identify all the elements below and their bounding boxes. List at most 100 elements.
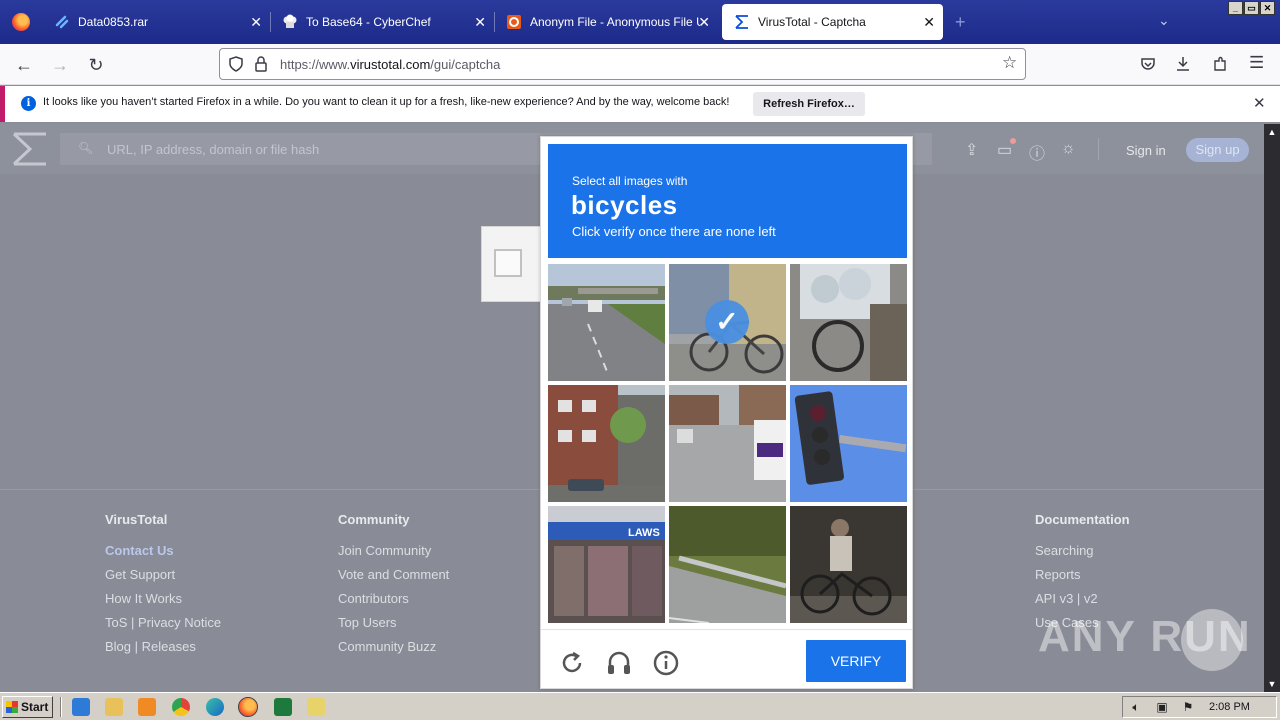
- taskbar: Start 🔈︎ ▣ ⚑ 2:08 PM: [0, 692, 1280, 720]
- chef-hat-icon: [283, 14, 297, 28]
- footer-link[interactable]: How It Works: [105, 591, 221, 615]
- captcha-header: Select all images with bicycles Click ve…: [548, 144, 907, 258]
- clock: 2:08 PM: [1209, 701, 1250, 713]
- close-icon[interactable]: ✕: [250, 14, 262, 31]
- file-explorer-icon[interactable]: [105, 698, 123, 716]
- sign-in-link[interactable]: Sign in: [1126, 143, 1166, 158]
- pocket-icon[interactable]: [1140, 56, 1156, 72]
- hamburger-menu-icon[interactable]: ☰: [1249, 53, 1264, 73]
- captcha-tile-bicycle[interactable]: ✓: [669, 264, 786, 381]
- captcha-tile-guardrail-road[interactable]: [669, 506, 786, 623]
- start-label: Start: [21, 700, 49, 714]
- extensions-icon[interactable]: [1212, 56, 1228, 72]
- footer-link[interactable]: Vote and Comment: [338, 567, 449, 591]
- close-icon[interactable]: ✕: [474, 14, 486, 31]
- close-icon[interactable]: ✕: [698, 14, 710, 31]
- virustotal-logo-icon[interactable]: [12, 132, 48, 166]
- footer-link[interactable]: Searching: [1035, 543, 1130, 567]
- notification-text: It looks like you haven’t started Firefo…: [43, 96, 730, 108]
- tab-bar: Data0853.rar ✕ To Base64 - CyberChef ✕ A…: [0, 0, 1280, 44]
- excel-icon[interactable]: [274, 698, 292, 716]
- recaptcha-checkbox[interactable]: [494, 249, 522, 277]
- volume-icon[interactable]: 🔈︎: [1129, 700, 1143, 714]
- new-tab-icon[interactable]: +: [955, 12, 966, 33]
- theme-toggle-icon[interactable]: ☼: [1061, 140, 1076, 158]
- footer-link[interactable]: Get Support: [105, 567, 221, 591]
- footer-column-virustotal: VirusTotal Contact Us Get Support How It…: [105, 512, 221, 663]
- url-text[interactable]: https://www.virustotal.com/gui/captcha: [280, 57, 500, 72]
- notification-dot: [1010, 138, 1016, 144]
- minimize-button[interactable]: _: [1228, 1, 1243, 15]
- link-icon: [55, 15, 69, 29]
- scrollbar[interactable]: ▲ ▼: [1264, 124, 1280, 692]
- help-icon[interactable]: ⓘ: [1029, 140, 1045, 164]
- footer-link[interactable]: Reports: [1035, 567, 1130, 591]
- selected-check-icon: ✓: [705, 300, 749, 344]
- footer-heading: Documentation: [1035, 512, 1130, 527]
- shield-icon[interactable]: [228, 56, 244, 72]
- footer-link[interactable]: Join Community: [338, 543, 449, 567]
- tab-cyberchef[interactable]: To Base64 - CyberChef ✕: [270, 0, 494, 44]
- search-placeholder: URL, IP address, domain or file hash: [107, 142, 320, 157]
- url-bar[interactable]: https://www.virustotal.com/gui/captcha ☆: [219, 48, 1026, 80]
- recaptcha-checkbox-card: [481, 226, 541, 302]
- reload-icon[interactable]: ↻: [84, 53, 108, 77]
- captcha-prompt: Select all images with: [572, 174, 688, 188]
- footer-link[interactable]: Blog | Releases: [105, 639, 221, 663]
- scroll-down-arrow-icon[interactable]: ▼: [1264, 676, 1280, 692]
- start-button[interactable]: Start: [2, 696, 53, 718]
- chevron-down-icon[interactable]: ⌄: [1158, 12, 1170, 29]
- captcha-challenge: Select all images with bicycles Click ve…: [540, 136, 913, 689]
- scroll-up-arrow-icon[interactable]: ▲: [1264, 124, 1280, 140]
- verify-button[interactable]: VERIFY: [806, 640, 906, 682]
- footer-link[interactable]: Contact Us: [105, 543, 221, 567]
- bookmark-star-icon[interactable]: ☆: [1002, 53, 1017, 73]
- close-icon[interactable]: ✕: [1253, 94, 1266, 112]
- media-player-icon[interactable]: [138, 698, 156, 716]
- tab-label: To Base64 - CyberChef: [306, 15, 431, 29]
- captcha-tile-storefront[interactable]: LAWS: [548, 506, 665, 623]
- chrome-icon[interactable]: [172, 698, 190, 716]
- footer-link[interactable]: ToS | Privacy Notice: [105, 615, 221, 639]
- firefox-logo-icon: [12, 13, 30, 31]
- footer-link[interactable]: Contributors: [338, 591, 449, 615]
- upload-icon[interactable]: ⇪: [965, 140, 978, 160]
- footer-heading: VirusTotal: [105, 512, 168, 527]
- firefox-taskbar-icon[interactable]: [238, 697, 258, 717]
- edge-icon[interactable]: [206, 698, 224, 716]
- flag-icon[interactable]: ⚑: [1181, 700, 1195, 714]
- sign-up-button[interactable]: Sign up: [1186, 138, 1249, 162]
- close-window-button[interactable]: ✕: [1260, 1, 1275, 15]
- captcha-instruction: Click verify once there are none left: [572, 224, 776, 239]
- refresh-icon[interactable]: [558, 649, 586, 677]
- captcha-tile-person-with-bicycle[interactable]: [790, 506, 907, 623]
- anyrun-watermark: ANY RUN: [1038, 612, 1252, 661]
- network-icon[interactable]: ▣: [1155, 700, 1169, 714]
- internet-explorer-icon[interactable]: [72, 698, 90, 716]
- refresh-firefox-button[interactable]: Refresh Firefox…: [753, 92, 865, 116]
- firefox-menu[interactable]: [0, 0, 42, 44]
- close-icon[interactable]: ✕: [923, 14, 935, 31]
- captcha-tile-traffic-light[interactable]: [790, 385, 907, 502]
- tab-data0853[interactable]: Data0853.rar ✕: [42, 0, 270, 44]
- captcha-tile-bicycle-with-bags[interactable]: [790, 264, 907, 381]
- tab-label: Anonym File - Anonymous File Uplo: [530, 15, 700, 29]
- back-arrow-icon[interactable]: ←: [12, 53, 36, 77]
- captcha-tile-apartment-building[interactable]: [548, 385, 665, 502]
- maximize-button[interactable]: ▭: [1244, 1, 1259, 15]
- captcha-tile-street-with-van[interactable]: [669, 385, 786, 502]
- captcha-tile-highway[interactable]: [548, 264, 665, 381]
- notification-bar: i It looks like you haven’t started Fire…: [0, 86, 1280, 122]
- tab-virustotal[interactable]: VirusTotal - Captcha ✕: [722, 4, 943, 40]
- svg-text:LAWS: LAWS: [628, 527, 660, 539]
- footer-link[interactable]: Community Buzz: [338, 639, 449, 663]
- info-icon[interactable]: [652, 649, 680, 677]
- lock-icon[interactable]: [254, 56, 268, 72]
- notepad-icon[interactable]: [307, 698, 325, 716]
- footer-link[interactable]: Top Users: [338, 615, 449, 639]
- tab-label: VirusTotal - Captcha: [758, 15, 866, 29]
- tab-anonym-file[interactable]: Anonym File - Anonymous File Uplo ✕: [494, 0, 718, 44]
- forward-arrow-icon[interactable]: →: [48, 53, 72, 77]
- headphones-icon[interactable]: [605, 649, 633, 677]
- download-icon[interactable]: [1175, 56, 1191, 72]
